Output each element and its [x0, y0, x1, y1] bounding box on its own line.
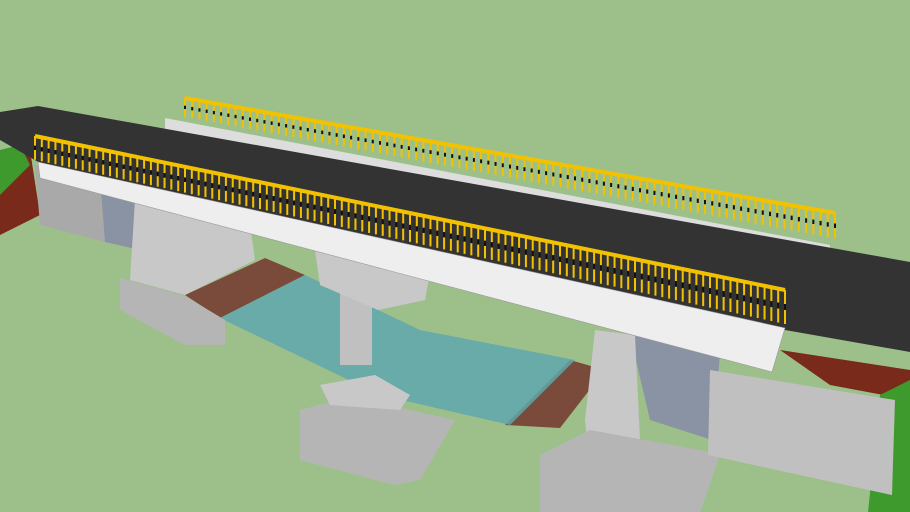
middle-pier-footing	[300, 395, 455, 485]
right-pier-footing	[540, 430, 720, 512]
bridge-scene	[0, 96, 910, 512]
